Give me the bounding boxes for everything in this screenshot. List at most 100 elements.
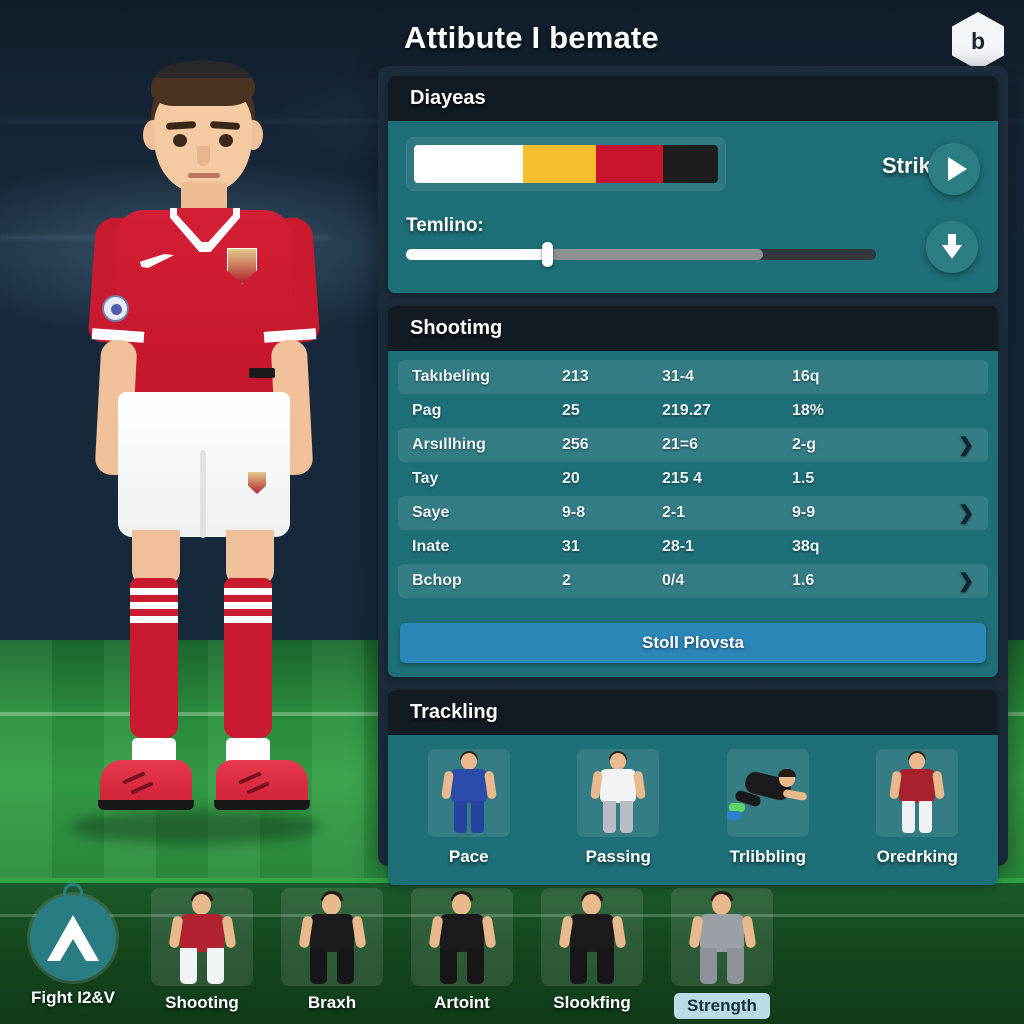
player-shadow	[70, 810, 320, 844]
diagnostics-card: Diayeas Temlino: Strikee.	[388, 76, 998, 293]
player-nose	[197, 146, 210, 166]
nav-item-label: Strength	[674, 993, 770, 1019]
play-icon[interactable]	[928, 143, 980, 195]
segment-yellow	[523, 145, 597, 183]
table-cell-label: Pag	[412, 402, 442, 419]
player-white-icon	[577, 749, 660, 837]
player-eye-left	[173, 134, 187, 147]
hex-badge-glyph: b	[970, 27, 986, 54]
segment-white	[414, 145, 524, 183]
table-cell-value-1: 2	[562, 572, 571, 589]
tracking-card: Trackling Pace Passing Trlibbling Oredrking	[388, 690, 998, 885]
tracking-card-label: Passing	[585, 847, 651, 866]
segment-black	[663, 145, 718, 183]
table-cell-value-3: 1.6	[792, 572, 815, 589]
stats-header: Shootimg	[388, 306, 998, 351]
nav-item-braxh[interactable]: Braxh	[272, 888, 392, 1019]
jersey-tag	[249, 368, 275, 378]
chevron-right-icon[interactable]: ❯	[952, 570, 974, 593]
timing-slider[interactable]	[406, 242, 876, 267]
sock-stripe	[130, 602, 178, 609]
segmented-meter[interactable]	[406, 137, 726, 191]
table-cell-value-1: 213	[562, 368, 589, 385]
play-triangle	[947, 157, 967, 181]
stats-table: Takıbeling 213 31-4 16q Pag 25 219.27 18% Arsıll…	[388, 351, 998, 612]
nav-item-shooting[interactable]: Shooting	[142, 888, 262, 1019]
table-cell-label: Takıbeling	[412, 368, 490, 385]
table-cell-value-1: 256	[562, 436, 589, 453]
table-cell-value-1: 20	[562, 470, 580, 487]
table-cell-value-2: 215 4	[662, 470, 703, 487]
table-cell-value-3: 2-g	[792, 436, 816, 453]
player-mouth	[188, 173, 220, 178]
slider-label: Temlino:	[406, 215, 484, 236]
table-row: Tay 20 215 4 1.5	[398, 462, 988, 496]
table-row[interactable]: Arsıllhing 256 21=6 2-g ❯	[398, 428, 988, 462]
chevron-right-icon[interactable]: ❯	[952, 502, 974, 525]
nav-item-slookfing[interactable]: Slookfing	[532, 888, 652, 1019]
slider-fill	[406, 249, 547, 260]
table-cell-value-2: 21=6	[662, 436, 699, 453]
player-thumb-icon	[671, 888, 773, 986]
slider-thumb[interactable]	[542, 242, 553, 267]
app-logo-label: Fight I2&V	[30, 988, 116, 1007]
table-cell-value-2: 2-1	[662, 504, 686, 521]
download-icon[interactable]	[926, 221, 978, 273]
sock-stripe	[224, 588, 272, 595]
table-row: Pag 25 219.27 18%	[398, 394, 988, 428]
player-shorts-split	[200, 450, 206, 538]
sock-stripe	[130, 616, 178, 623]
tracking-card-list: Pace Passing Trlibbling Oredrking	[388, 735, 998, 885]
tracking-card-item[interactable]: Trlibbling	[699, 749, 837, 867]
table-cell-value-3: 18%	[792, 402, 825, 419]
nav-item-list: Shooting Braxh Artoint Slookfing Strength	[142, 888, 782, 1019]
tracking-card-item[interactable]: Oredrking	[849, 749, 987, 867]
tracking-card-item[interactable]: Passing	[550, 749, 688, 867]
table-cell-label: Saye	[412, 504, 450, 521]
app-logo-item[interactable]: Fight I2&V	[14, 888, 132, 1008]
nav-item-strength[interactable]: Strength	[662, 888, 782, 1019]
nav-item-label: Shooting	[165, 993, 239, 1012]
player-thigh-left	[132, 530, 180, 585]
table-cell-value-1: 25	[562, 402, 580, 419]
table-cell-value-3: 38q	[792, 538, 820, 555]
boot-sole-left	[98, 800, 194, 810]
stats-action-button[interactable]: Stoll Plovsta	[400, 623, 986, 663]
table-cell-label: Arsıllhing	[412, 436, 486, 453]
player-avatar	[30, 50, 360, 850]
segmented-meter-bar	[414, 145, 718, 183]
player-thumb-icon	[151, 888, 253, 986]
table-cell-label: Tay	[412, 470, 439, 487]
diagnostics-header: Diayeas	[388, 76, 998, 121]
table-row: Takıbeling 213 31-4 16q	[398, 360, 988, 394]
attributes-panel: Diayeas Temlino: Strikee. Shootimg Takıb…	[378, 66, 1008, 885]
table-cell-value-2: 31-4	[662, 368, 695, 385]
download-arrow-glyph	[942, 234, 962, 259]
triangle-a-logo-icon	[30, 895, 116, 981]
stats-card: Shootimg Takıbeling 213 31-4 16q Pag 25 219.27…	[388, 306, 998, 677]
player-eye-right	[219, 134, 233, 147]
table-cell-label: Bchop	[412, 572, 462, 589]
table-cell-value-3: 16q	[792, 368, 820, 385]
player-thumb-icon	[411, 888, 513, 986]
league-patch-icon	[102, 295, 129, 322]
player-diving-icon	[726, 749, 809, 837]
table-cell-label: Inate	[412, 538, 450, 555]
tracking-card-item[interactable]: Pace	[400, 749, 538, 867]
player-thigh-right	[226, 530, 274, 585]
nav-item-artoint[interactable]: Artoint	[402, 888, 522, 1019]
bottom-nav: Fight I2&V Shooting Braxh Artoint Slookfing…	[0, 878, 1024, 1024]
table-cell-value-1: 9-8	[562, 504, 586, 521]
hex-badge-icon[interactable]: b	[952, 12, 1004, 70]
boot-sole-right	[214, 800, 310, 810]
player-thumb-icon	[541, 888, 643, 986]
table-row[interactable]: Bchop 2 0/4 1.6 ❯	[398, 564, 988, 598]
player-red-icon	[876, 749, 959, 837]
tracking-card-label: Trlibbling	[729, 847, 807, 866]
table-row[interactable]: Saye 9-8 2-1 9-9 ❯	[398, 496, 988, 530]
nav-item-label: Slookfing	[553, 993, 631, 1012]
tracking-header: Trackling	[388, 690, 998, 735]
nav-item-label: Braxh	[307, 993, 357, 1012]
sock-stripe	[130, 588, 178, 595]
chevron-right-icon[interactable]: ❯	[952, 434, 974, 457]
